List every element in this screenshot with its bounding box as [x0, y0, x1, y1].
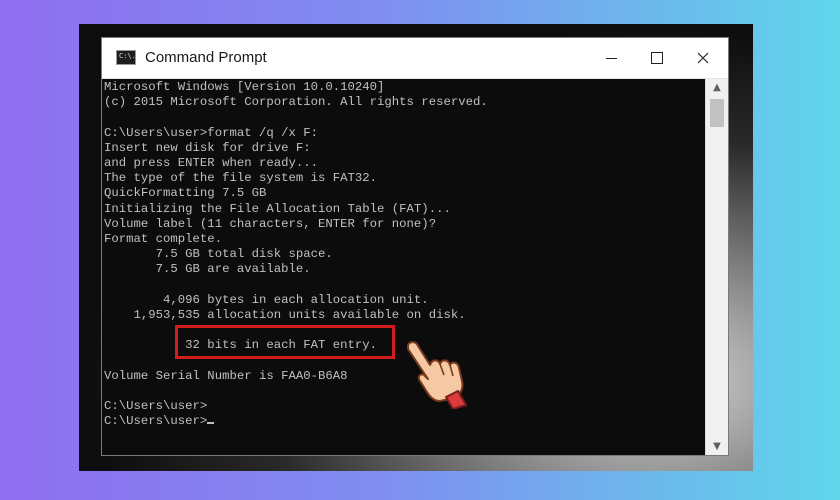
scroll-up-icon[interactable]: ▲: [706, 79, 728, 96]
console-line: Initializing the File Allocation Table (…: [104, 201, 451, 216]
cmd-icon: C:\.: [116, 50, 136, 65]
console-line: The type of the file system is FAT32.: [104, 171, 378, 186]
close-button[interactable]: [680, 38, 726, 78]
scroll-down-icon[interactable]: ▼: [706, 438, 728, 455]
console-line: Volume label (11 characters, ENTER for n…: [104, 216, 437, 231]
maximize-button[interactable]: [634, 38, 680, 78]
console-line: 1,953,535 allocation units available on …: [104, 307, 466, 322]
close-icon: [697, 52, 709, 64]
console-line: C:\Users\user>: [104, 414, 706, 429]
console-line: 7.5 GB are available.: [104, 262, 311, 277]
text-cursor: [207, 422, 215, 425]
console-line: QuickFormatting 7.5 GB: [104, 186, 267, 201]
minimize-icon: [605, 57, 617, 59]
pointing-hand-icon: [407, 341, 467, 409]
console-line: 7.5 GB total disk space.: [104, 247, 333, 262]
console-line: and press ENTER when ready...: [104, 155, 319, 170]
console-line: C:\Users\user>format /q /x F:: [104, 125, 319, 140]
console-line: Microsoft Windows [Version 10.0.10240]: [104, 80, 385, 94]
highlight-box: [175, 325, 395, 359]
minimize-button[interactable]: [588, 38, 634, 78]
vertical-scrollbar[interactable]: ▲ ▼: [705, 79, 728, 455]
console-line: Format complete.: [104, 231, 223, 246]
title-bar[interactable]: C:\. Command Prompt: [102, 38, 728, 79]
scrollbar-thumb[interactable]: [710, 99, 724, 127]
cmd-icon-text: C:\.: [119, 52, 136, 60]
maximize-icon: [651, 52, 663, 64]
window-title: Command Prompt: [145, 49, 267, 66]
console-line: (c) 2015 Microsoft Corporation. All righ…: [104, 95, 488, 110]
console-line: 4,096 bytes in each allocation unit.: [104, 292, 429, 307]
console-line: Insert new disk for drive F:: [104, 140, 311, 155]
